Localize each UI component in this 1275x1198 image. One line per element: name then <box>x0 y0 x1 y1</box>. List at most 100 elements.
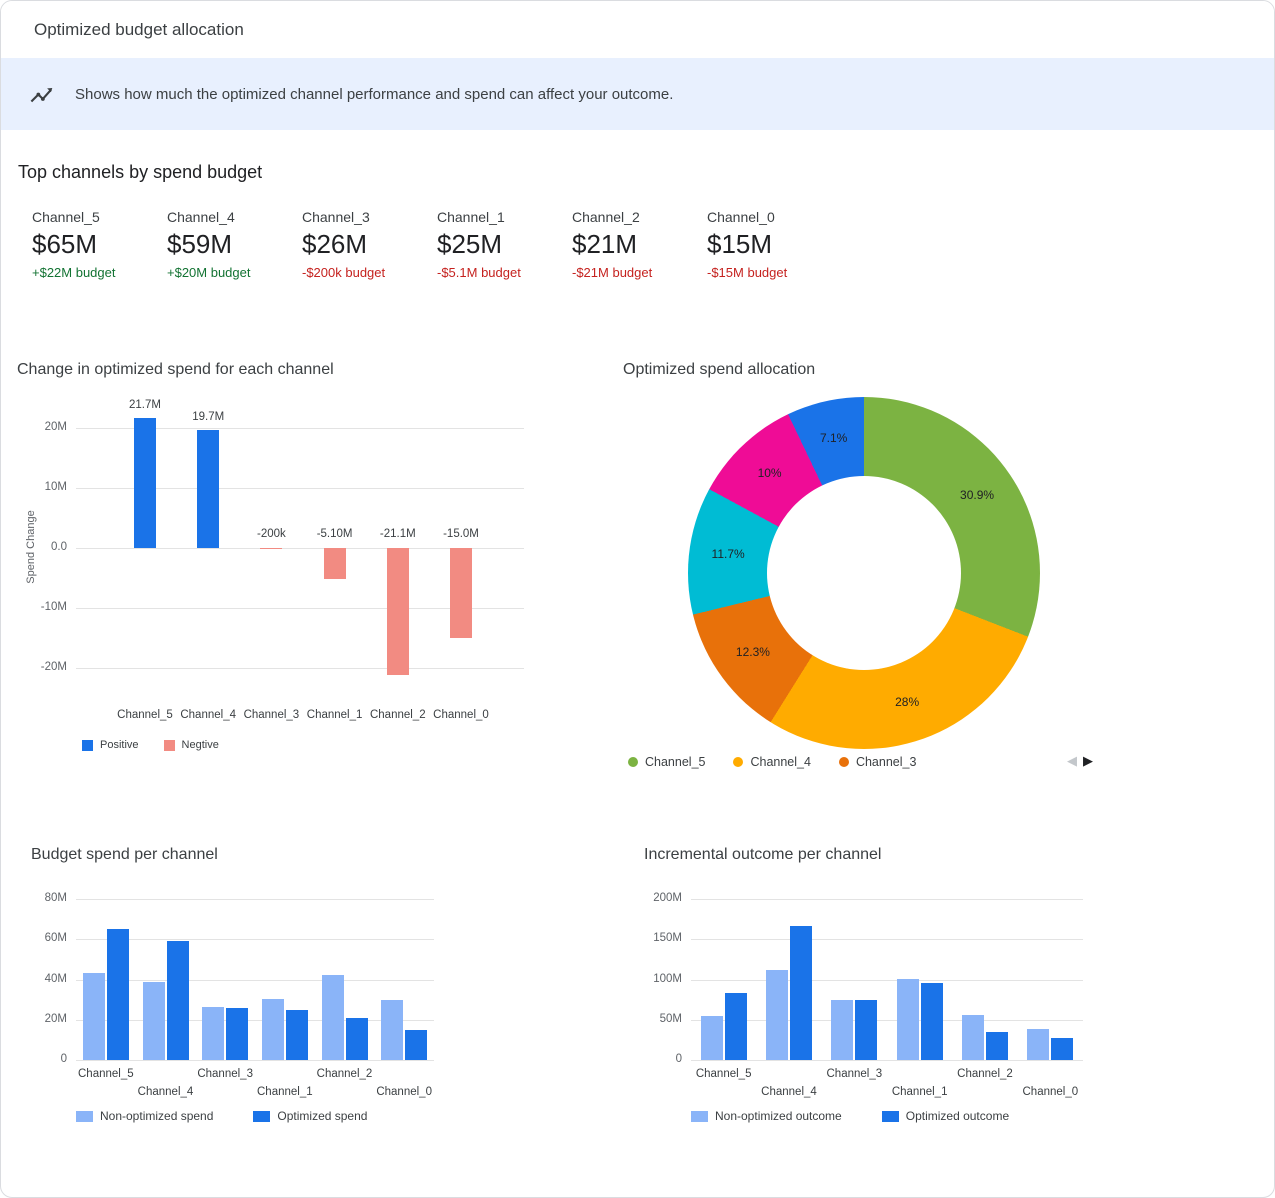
legend-item-non-optimized-spend[interactable]: Non-optimized spend <box>76 1109 213 1123</box>
legend-label: Channel_3 <box>856 755 916 769</box>
bar-value-label: -200k <box>239 528 303 540</box>
channel-card-channel_3: Channel_3$26M-$200k budget <box>302 209 437 280</box>
legend-swatch <box>882 1111 899 1122</box>
channel-value: $25M <box>437 229 572 260</box>
legend-label: Optimized outcome <box>906 1109 1009 1123</box>
slice-label: 30.9% <box>947 488 1007 502</box>
legend-item-channel_4[interactable]: Channel_4 <box>733 755 810 769</box>
legend-item-optimized-spend[interactable]: Optimized spend <box>253 1109 367 1123</box>
gridline <box>76 899 434 900</box>
optimized-budget-allocation-page: Optimized budget allocation Shows how mu… <box>0 0 1275 1198</box>
bar-channel_2-non-optimized <box>322 975 344 1060</box>
bar-channel_1-optimized <box>921 983 943 1060</box>
channel-delta: +$20M budget <box>167 265 302 280</box>
legend-swatch <box>691 1111 708 1122</box>
bar-channel_1-non-optimized <box>897 979 919 1060</box>
channel-value: $65M <box>32 229 167 260</box>
bar-channel_2-non-optimized <box>962 1015 984 1060</box>
legend-label: Positive <box>100 739 139 751</box>
channel-card-channel_1: Channel_1$25M-$5.1M budget <box>437 209 572 280</box>
legend-pagination: ◀▶ <box>1067 753 1093 769</box>
donut-legend: Channel_5 Channel_4 Channel_3 <box>628 755 916 769</box>
legend-swatch <box>164 740 175 751</box>
legend-dot <box>733 757 743 767</box>
channel-name: Channel_2 <box>572 209 707 225</box>
banner-text: Shows how much the optimized channel per… <box>75 86 673 103</box>
channel-delta: -$21M budget <box>572 265 707 280</box>
page-title: Optimized budget allocation <box>34 20 244 40</box>
bar-channel_0-optimized <box>405 1030 427 1060</box>
y-tick-label: 0 <box>616 1053 682 1065</box>
x-tick-label: Channel_2 <box>943 1068 1027 1080</box>
bar-channel_5-non-optimized <box>701 1016 723 1060</box>
x-tick-label: Channel_0 <box>425 709 497 721</box>
incremental-outcome-chart: 050M100M150M200MChannel_5Channel_4Channe… <box>616 881 1176 1181</box>
bar-channel_4-non-optimized <box>766 970 788 1060</box>
y-tick-label: 20M <box>1 421 67 433</box>
bar-value-label: 19.7M <box>176 411 240 423</box>
legend-label: Negtive <box>182 739 219 751</box>
x-tick-label: Channel_1 <box>878 1086 962 1098</box>
y-tick-label: 10M <box>1 481 67 493</box>
bar-channel_0-non-optimized <box>1027 1029 1049 1060</box>
bar-channel_0-optimized <box>1051 1038 1073 1060</box>
channel-name: Channel_3 <box>302 209 437 225</box>
x-tick-label: Channel_3 <box>183 1068 267 1080</box>
channel-value: $26M <box>302 229 437 260</box>
y-tick-label: 80M <box>1 892 67 904</box>
legend-item-negtive[interactable]: Negtive <box>164 739 219 751</box>
legend-item-channel_3[interactable]: Channel_3 <box>839 755 916 769</box>
budget-spend-chart: 020M40M60M80MChannel_5Channel_4Channel_3… <box>1 881 561 1181</box>
x-tick-label: Channel_3 <box>812 1068 896 1080</box>
y-tick-label: 200M <box>616 892 682 904</box>
channel-name: Channel_5 <box>32 209 167 225</box>
top-channels-heading: Top channels by spend budget <box>18 162 262 183</box>
y-tick-label: 150M <box>616 932 682 944</box>
gridline <box>76 980 434 981</box>
channel-card-channel_5: Channel_5 $65M +$22M budget <box>32 209 167 280</box>
legend-label: Channel_4 <box>750 755 810 769</box>
bar-channel_1 <box>324 548 346 579</box>
trending-line-icon <box>28 81 55 108</box>
title-bar: Optimized budget allocation <box>1 1 1274 58</box>
slice-label: 12.3% <box>723 645 783 659</box>
bar-channel_4 <box>197 430 219 548</box>
chart-legend: Positive Negtive <box>82 739 219 751</box>
channel-card-channel_4: Channel_4$59M+$20M budget <box>167 209 302 280</box>
slice-label: 11.7% <box>698 547 758 561</box>
x-tick-label: Channel_0 <box>1008 1086 1092 1098</box>
x-tick-label: Channel_4 <box>172 709 244 721</box>
y-tick-label: -20M <box>1 661 67 673</box>
legend-item-channel_5[interactable]: Channel_5 <box>628 755 705 769</box>
legend-item-positive[interactable]: Positive <box>82 739 139 751</box>
top-channels-cards: Channel_5 $65M +$22M budgetChannel_4$59M+$… <box>32 209 842 280</box>
bar-channel_4-non-optimized <box>143 982 165 1060</box>
x-tick-label: Channel_5 <box>64 1068 148 1080</box>
bar-channel_5-optimized <box>725 993 747 1060</box>
donut-legend-next-button[interactable]: ▶ <box>1083 753 1093 769</box>
gridline <box>76 1060 434 1061</box>
legend-swatch <box>253 1111 270 1122</box>
bar-channel_3-optimized <box>855 1000 877 1060</box>
legend-swatch <box>76 1111 93 1122</box>
bar-channel_2-optimized <box>346 1018 368 1060</box>
channel-delta: +$22M budget <box>32 265 167 280</box>
spend-change-chart-title: Change in optimized spend for each chann… <box>17 361 334 379</box>
channel-value: $15M <box>707 229 842 260</box>
x-tick-label: Channel_1 <box>299 709 371 721</box>
legend-item-optimized-outcome[interactable]: Optimized outcome <box>882 1109 1009 1123</box>
donut-legend-prev-button[interactable]: ◀ <box>1067 753 1077 769</box>
slice-label: 7.1% <box>804 431 864 445</box>
y-tick-label: -10M <box>1 601 67 613</box>
channel-value: $21M <box>572 229 707 260</box>
legend-dot <box>839 757 849 767</box>
bar-channel_2-optimized <box>986 1032 1008 1060</box>
bar-channel_5-optimized <box>107 929 129 1060</box>
y-tick-label: 40M <box>1 973 67 985</box>
info-banner: Shows how much the optimized channel per… <box>1 58 1274 130</box>
bar-channel_0 <box>450 548 472 638</box>
chart-legend: Non-optimized outcome Optimized outcome <box>691 1109 1009 1123</box>
spend-change-chart: Spend Change20M10M0.0-10M-20M21.7MChanne… <box>1 391 561 776</box>
legend-item-non-optimized-outcome[interactable]: Non-optimized outcome <box>691 1109 842 1123</box>
channel-delta: -$15M budget <box>707 265 842 280</box>
